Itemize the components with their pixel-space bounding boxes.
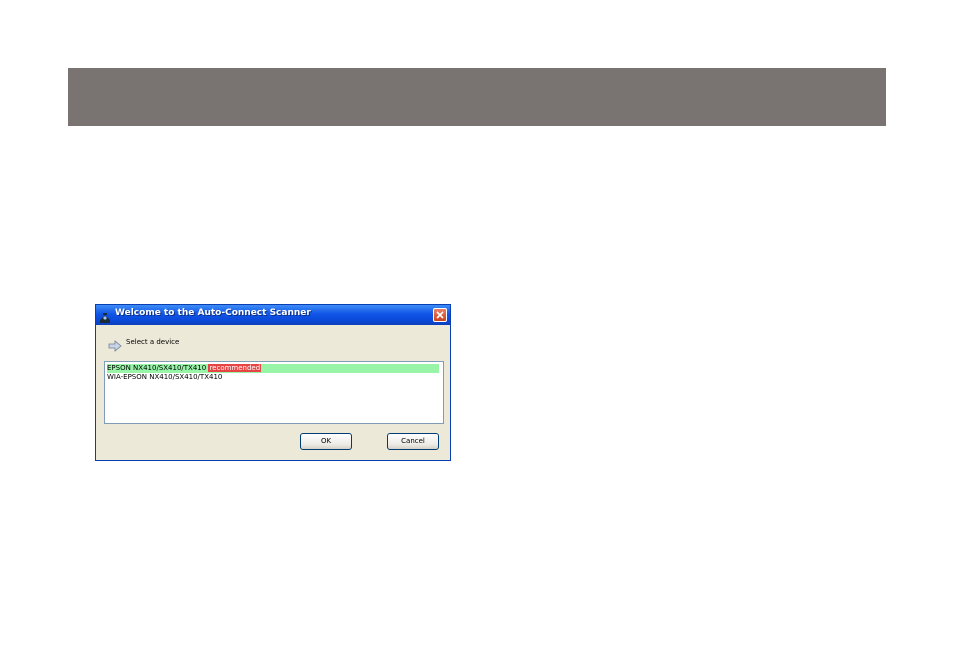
close-icon[interactable]: [433, 308, 447, 322]
device-name: WIA-EPSON NX410/SX410/TX410: [107, 373, 223, 381]
list-item[interactable]: WIA-EPSON NX410/SX410/TX410: [107, 373, 439, 382]
recommended-badge: recommended: [208, 364, 262, 372]
device-name: EPSON NX410/SX410/TX410: [107, 364, 207, 372]
dialog-title: Welcome to the Auto-Connect Scanner: [115, 308, 311, 318]
header-band: [68, 68, 886, 126]
dialog-titlebar[interactable]: Welcome to the Auto-Connect Scanner: [96, 305, 450, 325]
device-list[interactable]: EPSON NX410/SX410/TX410 recommended WIA-…: [104, 361, 444, 424]
auto-connect-dialog: Welcome to the Auto-Connect Scanner Sele…: [95, 304, 451, 461]
ok-button[interactable]: OK: [300, 433, 352, 450]
cancel-button[interactable]: Cancel: [387, 433, 439, 450]
scanner-icon: [99, 309, 111, 323]
arrow-icon: [108, 337, 122, 352]
select-device-label: Select a device: [126, 338, 180, 346]
list-item[interactable]: EPSON NX410/SX410/TX410 recommended: [107, 364, 439, 373]
